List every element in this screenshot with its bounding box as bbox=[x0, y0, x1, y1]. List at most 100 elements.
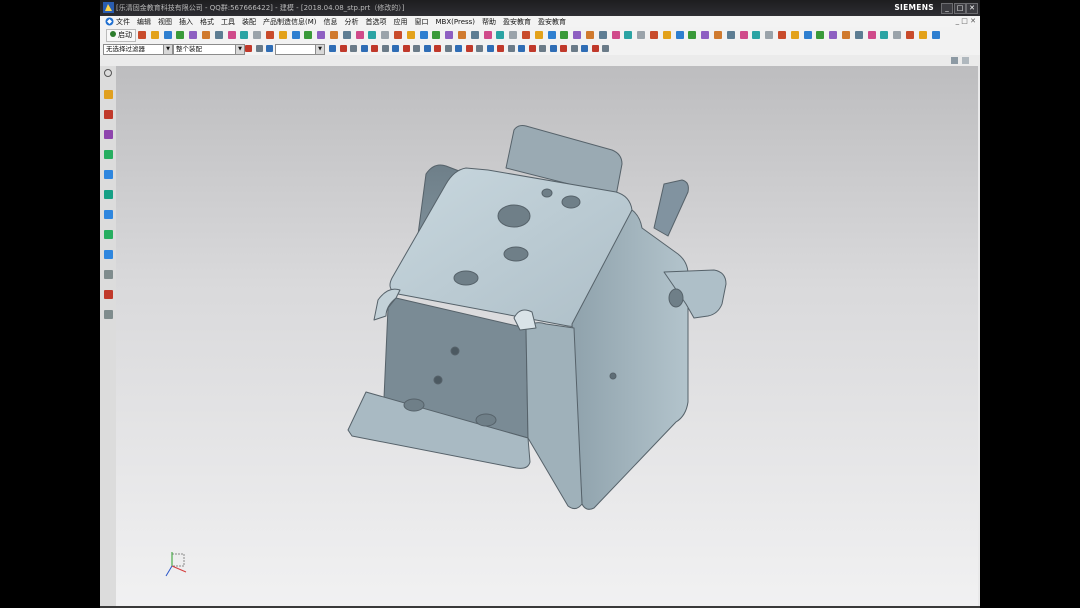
toolbar-tool-icon[interactable] bbox=[368, 31, 377, 39]
view-layout-icon[interactable] bbox=[951, 57, 958, 64]
toolbar-tool-icon[interactable] bbox=[650, 31, 658, 39]
menu-item[interactable]: 插入 bbox=[179, 18, 193, 26]
toolbar-tool-icon[interactable] bbox=[534, 31, 543, 39]
snap-point-icon[interactable] bbox=[570, 45, 578, 52]
toolbar-tool-icon[interactable] bbox=[394, 31, 402, 39]
toolbar-tool-icon[interactable] bbox=[931, 31, 940, 39]
snap-point-icon[interactable] bbox=[444, 45, 452, 52]
toolbar-tool-icon[interactable] bbox=[573, 31, 582, 39]
toolbar-tool-icon[interactable] bbox=[406, 31, 415, 39]
toolbar-tool-icon[interactable] bbox=[291, 31, 300, 39]
toolbar-tool-icon[interactable] bbox=[918, 31, 927, 39]
toolbar-tool-icon[interactable] bbox=[611, 31, 620, 39]
menu-item[interactable]: 盈安教育 bbox=[538, 18, 566, 26]
toolbar-tool-icon[interactable] bbox=[637, 31, 646, 39]
snap-point-icon[interactable] bbox=[339, 45, 347, 52]
snap-point-icon[interactable] bbox=[434, 45, 441, 52]
toolbar-tool-icon[interactable] bbox=[419, 31, 428, 39]
snap-point-icon[interactable] bbox=[549, 45, 557, 52]
menu-item[interactable]: 帮助 bbox=[482, 18, 496, 26]
snap-point-icon[interactable] bbox=[528, 45, 536, 52]
snap-point-icon[interactable] bbox=[423, 45, 431, 52]
snap-point-icon[interactable] bbox=[360, 45, 368, 52]
snap-point-icon[interactable] bbox=[255, 45, 263, 52]
toolbar-tool-icon[interactable] bbox=[906, 31, 914, 39]
menu-item[interactable]: 格式 bbox=[200, 18, 214, 26]
toolbar-tool-icon[interactable] bbox=[803, 31, 812, 39]
roles-icon[interactable] bbox=[104, 290, 113, 299]
menu-item[interactable]: 应用 bbox=[394, 18, 408, 26]
toolbar-tool-icon[interactable] bbox=[765, 31, 774, 39]
toolbar-tool-icon[interactable] bbox=[598, 31, 607, 39]
menu-item[interactable]: 文件 bbox=[116, 18, 130, 26]
toolbar-tool-icon[interactable] bbox=[138, 31, 146, 39]
toolbar-tool-icon[interactable] bbox=[688, 31, 697, 39]
menu-item[interactable]: 工具 bbox=[221, 18, 235, 26]
minimize-button[interactable]: _ bbox=[941, 3, 953, 14]
toolbar-tool-icon[interactable] bbox=[739, 31, 748, 39]
toolbar-tool-icon[interactable] bbox=[726, 31, 735, 39]
restore-button[interactable]: □ bbox=[954, 3, 966, 14]
toolbar-tool-icon[interactable] bbox=[202, 31, 210, 39]
toolbar-tool-icon[interactable] bbox=[829, 31, 838, 39]
toolbar-tool-icon[interactable] bbox=[317, 31, 326, 39]
constraint-navigator-icon[interactable] bbox=[104, 110, 113, 119]
snap-point-icon[interactable] bbox=[507, 45, 515, 52]
web-browser-icon[interactable] bbox=[104, 190, 113, 199]
toolbar-tool-icon[interactable] bbox=[227, 31, 236, 39]
toolbar-tool-icon[interactable] bbox=[445, 31, 454, 39]
toolbar-tool-icon[interactable] bbox=[355, 31, 364, 39]
part-navigator-icon[interactable] bbox=[104, 130, 113, 139]
snap-point-icon[interactable] bbox=[539, 45, 546, 52]
toolbar-tool-icon[interactable] bbox=[752, 31, 761, 39]
toolbar-tool-icon[interactable] bbox=[330, 31, 338, 39]
menu-item[interactable]: 盈安教育 bbox=[503, 18, 531, 26]
snap-point-icon[interactable] bbox=[329, 45, 336, 52]
toolbar-tool-icon[interactable] bbox=[163, 31, 172, 39]
snap-point-icon[interactable] bbox=[497, 45, 504, 52]
toolbar-tool-icon[interactable] bbox=[509, 31, 518, 39]
toolbar-tool-icon[interactable] bbox=[842, 31, 850, 39]
system-materials-icon[interactable] bbox=[104, 230, 113, 239]
menu-item[interactable]: 视图 bbox=[158, 18, 172, 26]
toolbar-tool-icon[interactable] bbox=[189, 31, 198, 39]
snap-point-icon[interactable] bbox=[245, 45, 252, 52]
menu-item[interactable]: 信息 bbox=[324, 18, 338, 26]
layer-filter-dropdown[interactable]: ▼ bbox=[275, 44, 325, 55]
snap-point-icon[interactable] bbox=[591, 45, 599, 52]
menu-item[interactable]: 窗口 bbox=[415, 18, 429, 26]
toolbar-tool-icon[interactable] bbox=[432, 31, 441, 39]
process-studio-icon[interactable] bbox=[104, 250, 113, 259]
toolbar-tool-icon[interactable] bbox=[278, 31, 287, 39]
toolbar-tool-icon[interactable] bbox=[893, 31, 902, 39]
snap-point-icon[interactable] bbox=[560, 45, 567, 52]
snap-point-icon[interactable] bbox=[413, 45, 420, 52]
snap-point-icon[interactable] bbox=[350, 45, 357, 52]
snap-point-icon[interactable] bbox=[602, 45, 609, 52]
document-window-controls[interactable]: _ □ ✕ bbox=[956, 17, 976, 25]
toolbar-tool-icon[interactable] bbox=[560, 31, 569, 39]
menu-item[interactable]: 分析 bbox=[345, 18, 359, 26]
toolbar-tool-icon[interactable] bbox=[214, 31, 223, 39]
toolbar-tool-icon[interactable] bbox=[381, 31, 390, 39]
toolbar-tool-icon[interactable] bbox=[266, 31, 274, 39]
toolbar-tool-icon[interactable] bbox=[854, 31, 863, 39]
manufacturing-wizards-icon[interactable] bbox=[104, 270, 113, 279]
history-icon[interactable] bbox=[104, 210, 113, 219]
toolbar-tool-icon[interactable] bbox=[547, 31, 556, 39]
graphics-window[interactable] bbox=[116, 66, 978, 606]
snap-point-icon[interactable] bbox=[581, 45, 588, 52]
toolbar-tool-icon[interactable] bbox=[470, 31, 479, 39]
toolbar-tool-icon[interactable] bbox=[304, 31, 313, 39]
toolbar-tool-icon[interactable] bbox=[662, 31, 671, 39]
menu-item[interactable]: MBX(Press) bbox=[436, 18, 476, 26]
toolbar-tool-icon[interactable] bbox=[176, 31, 185, 39]
toolbar-tool-icon[interactable] bbox=[778, 31, 786, 39]
hd3d-tools-icon[interactable] bbox=[104, 170, 113, 179]
selection-scope-dropdown[interactable]: 整个装配 ▼ bbox=[173, 44, 245, 55]
toolbar-tool-icon[interactable] bbox=[880, 31, 889, 39]
reuse-library-icon[interactable] bbox=[104, 150, 113, 159]
toolbar-tool-icon[interactable] bbox=[522, 31, 530, 39]
toolbar-tool-icon[interactable] bbox=[701, 31, 710, 39]
snap-point-icon[interactable] bbox=[518, 45, 525, 52]
